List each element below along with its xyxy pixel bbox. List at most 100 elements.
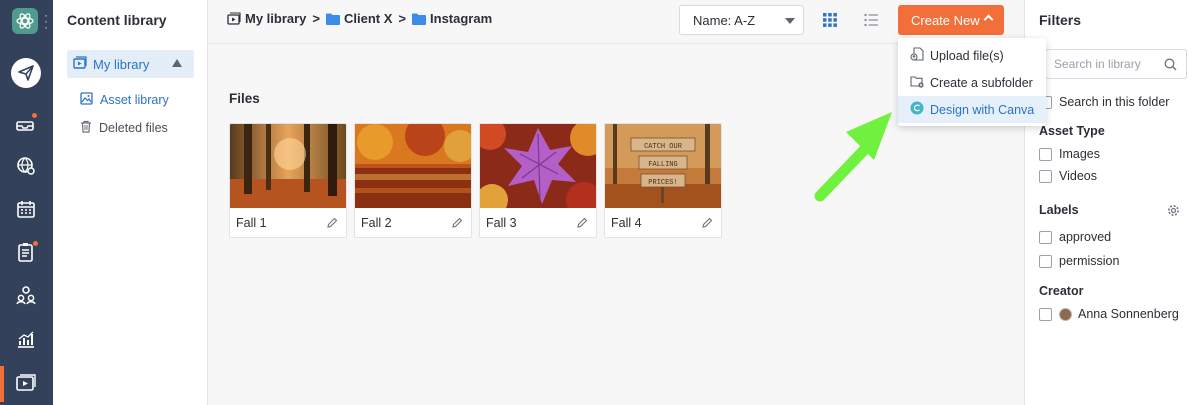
sign-line: FALLING [648,161,677,169]
folder-icon [412,13,427,25]
edit-pencil-icon[interactable] [576,217,588,229]
checkbox-label: approved [1059,230,1112,244]
gear-icon[interactable] [1167,204,1180,217]
checkbox-label: Search in this folder [1059,95,1170,109]
file-card[interactable]: CATCH OUR FALLING PRICES! Fall 4 [604,123,722,238]
breadcrumb-separator: > [398,11,407,26]
asset-type-heading: Asset Type [1039,124,1105,138]
file-card[interactable]: Fall 1 [229,123,347,238]
create-new-button[interactable]: Create New [898,5,1004,35]
collapse-caret-icon[interactable] [172,59,182,67]
active-indicator [0,366,4,402]
calendar-icon[interactable] [11,194,41,224]
creator-heading: Creator [1039,284,1084,298]
image-icon [80,92,93,108]
file-name: Fall 3 [486,216,517,230]
compose-icon[interactable] [11,58,41,88]
icon-rail: · · · [0,0,53,405]
breadcrumb-label: Client X [344,11,393,26]
library-folder-icon [227,12,241,25]
breadcrumb-instagram[interactable]: Instagram [412,11,492,26]
checkbox-label: Videos [1059,169,1097,183]
avatar [1059,307,1072,321]
edit-pencil-icon[interactable] [701,217,713,229]
filter-images[interactable]: Images [1039,147,1100,161]
checkbox[interactable] [1039,147,1052,161]
audience-icon[interactable] [11,280,41,310]
notification-dot [32,240,39,247]
analytics-icon[interactable] [11,324,41,354]
breadcrumb-label: My library [245,11,307,26]
thumbnail-fall-3 [480,124,596,208]
menu-item-label: Design with Canva [930,102,1035,117]
thumbnail-fall-2 [355,124,471,208]
create-new-label: Create New [911,12,980,28]
menu-item-create-subfolder[interactable]: Create a subfolder [898,69,1046,96]
main-area: My library > Client X > Instagram Name: … [209,0,1046,405]
menu-item-label: Upload file(s) [930,48,1004,63]
breadcrumb-my-library[interactable]: My library [227,11,306,26]
checkbox[interactable] [1039,307,1052,321]
library-search-input[interactable]: Search in library [1045,49,1187,79]
folder-icon [326,13,341,25]
file-name: Fall 4 [611,216,642,230]
checkbox[interactable] [1039,254,1052,268]
search-in-folder-checkbox[interactable]: Search in this folder [1039,95,1169,109]
breadcrumb-label: Instagram [430,11,493,26]
filters-panel: Filters Search in library Search in this… [1024,0,1200,405]
labels-heading: Labels [1039,203,1079,217]
sidebar-item-asset-library[interactable]: Asset library [80,92,169,108]
menu-item-upload-files[interactable]: Upload file(s) [898,42,1046,69]
edit-pencil-icon[interactable] [326,217,338,229]
filter-videos[interactable]: Videos [1039,169,1097,183]
sort-value: Name: A-Z [693,12,756,28]
file-name: Fall 1 [236,216,267,230]
content-library-panel: Content library My library Asset library… [53,0,208,405]
files-heading: Files [229,91,260,106]
breadcrumb-client-x[interactable]: Client X [326,11,392,26]
annotation-arrow-icon [814,112,892,202]
sidebar-item-label: Deleted files [99,121,168,135]
sidebar-item-my-library[interactable]: My library [67,50,194,78]
sidebar-item-label: My library [93,56,150,72]
folder-plus-icon [910,75,924,91]
thumbnail-fall-1 [230,124,346,208]
library-folder-icon [73,56,87,72]
listening-icon[interactable] [11,151,41,181]
app-logo-icon[interactable] [12,8,38,34]
content-library-icon[interactable] [11,368,41,398]
checkbox-label: permission [1059,254,1120,268]
trash-icon [80,120,92,136]
notification-dot [31,112,38,119]
checkbox[interactable] [1039,169,1052,183]
search-placeholder: Search in library [1054,57,1141,71]
grid-view-icon[interactable] [823,13,837,27]
sidebar-item-label: Asset library [100,93,169,107]
chevron-up-icon [983,14,994,25]
sidebar-item-deleted-files[interactable]: Deleted files [80,120,168,136]
edit-pencil-icon[interactable] [451,217,463,229]
breadcrumb-separator: > [312,11,321,26]
filter-permission[interactable]: permission [1039,254,1119,268]
menu-item-label: Create a subfolder [930,75,1033,90]
filter-approved[interactable]: approved [1039,230,1111,244]
checkbox[interactable] [1039,230,1052,244]
chevron-down-icon [785,18,795,24]
panel-title: Content library [67,12,167,28]
file-card[interactable]: Fall 3 [479,123,597,238]
creator-name: Anna Sonnenberg [1078,307,1179,321]
filters-title: Filters [1039,12,1082,28]
breadcrumb: My library > Client X > Instagram [227,11,492,26]
sign-line: CATCH OUR [644,143,683,151]
list-view-icon[interactable] [864,13,878,27]
upload-file-icon [910,47,924,64]
sort-select[interactable]: Name: A-Z [679,5,804,35]
file-card[interactable]: Fall 2 [354,123,472,238]
file-name: Fall 2 [361,216,392,230]
search-icon[interactable] [1164,58,1177,71]
more-vertical-icon[interactable]: · · · [44,9,48,33]
checkbox-label: Images [1059,147,1100,161]
thumbnail-fall-4: CATCH OUR FALLING PRICES! [605,124,721,208]
filter-creator[interactable]: Anna Sonnenberg [1039,307,1179,321]
sign-line: PRICES! [648,179,677,187]
